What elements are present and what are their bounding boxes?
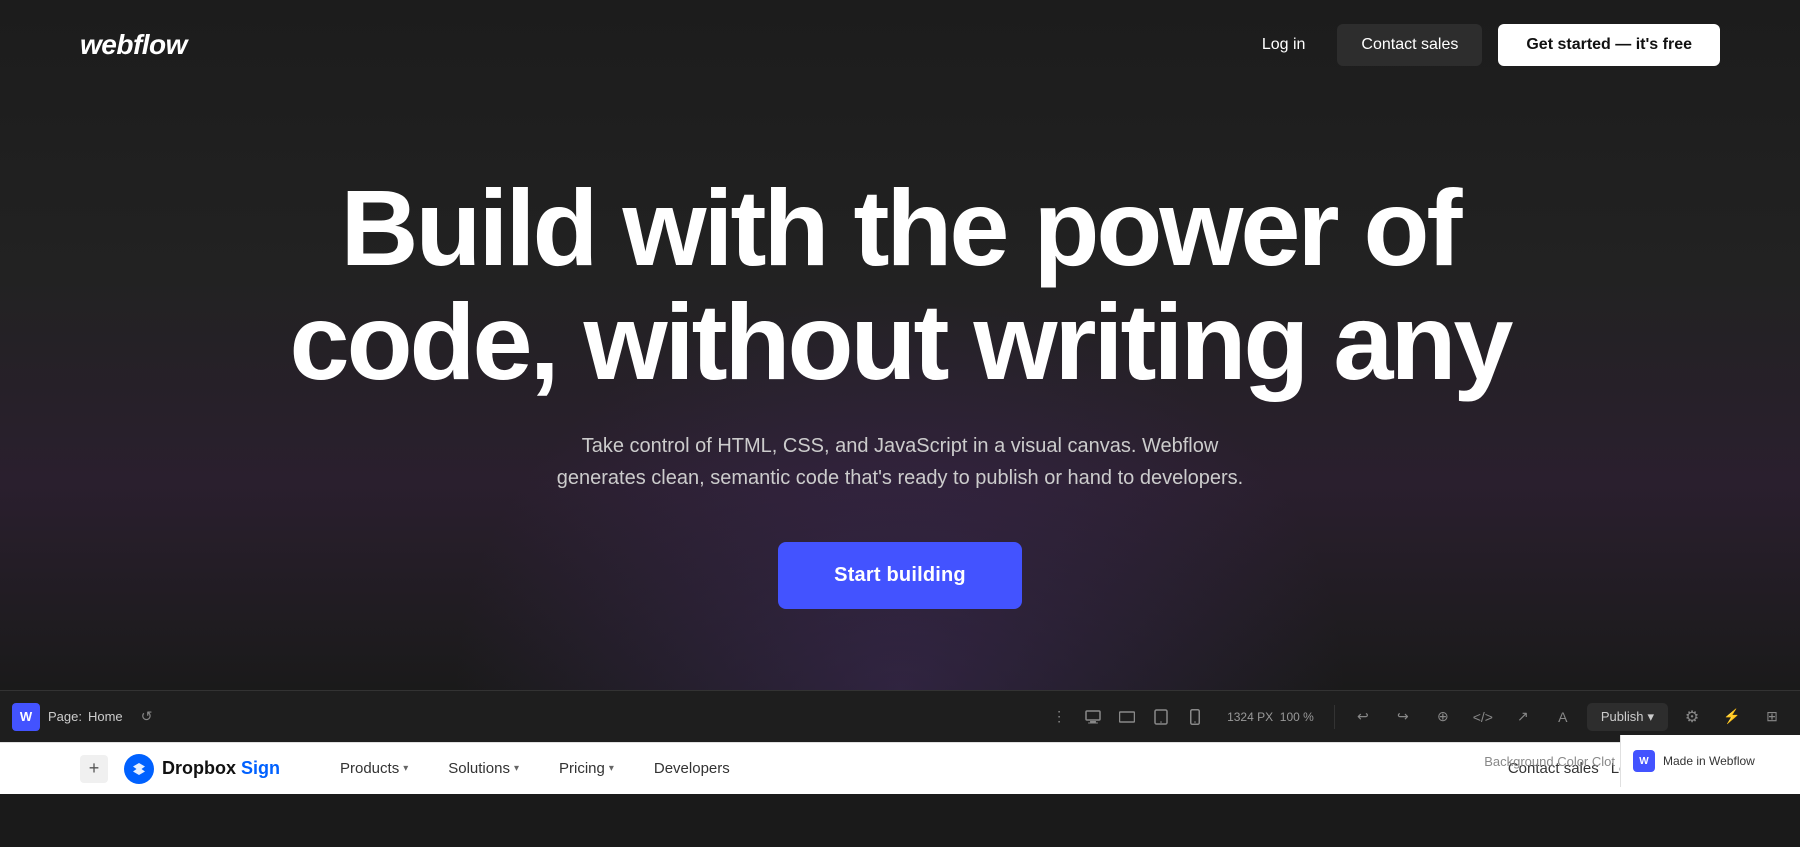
website-navbar: + Dropbox Sign Products ▾ Solutions ▾ Pr… <box>0 742 1800 794</box>
page-indicator: Page: Home <box>48 709 123 724</box>
nav-developers[interactable]: Developers <box>634 754 750 783</box>
code-icon[interactable]: </> <box>1467 701 1499 733</box>
wide-icon[interactable] <box>1111 701 1143 733</box>
chevron-down-icon: ▾ <box>609 763 614 774</box>
chevron-down-icon: ▾ <box>514 763 519 774</box>
start-building-button[interactable]: Start building <box>778 542 1022 609</box>
main-nav: webflow Log in Contact sales Get started… <box>0 0 1800 90</box>
website-nav: Products ▾ Solutions ▾ Pricing ▾ Develop… <box>320 754 750 783</box>
bg-color-label: Background Color Clot <box>1484 735 1615 787</box>
lightning-icon[interactable]: ⚡ <box>1716 701 1748 733</box>
desktop-icon[interactable] <box>1077 701 1109 733</box>
undo-icon[interactable]: ↩ <box>1347 701 1379 733</box>
get-started-button[interactable]: Get started — it's free <box>1498 24 1720 66</box>
website-nav-right: Contact sales Log in ▾ Free trial → Back… <box>1508 750 1800 787</box>
nav-products[interactable]: Products ▾ <box>320 754 428 783</box>
made-in-webflow-badge: W Made in Webflow <box>1620 735 1800 787</box>
login-button[interactable]: Log in <box>1246 26 1322 64</box>
redo-icon[interactable]: ↪ <box>1387 701 1419 733</box>
diff-icon[interactable]: ⊕ <box>1427 701 1459 733</box>
nav-right: Log in Contact sales Get started — it's … <box>1246 24 1720 66</box>
hero-title: Build with the power of code, without wr… <box>290 171 1511 398</box>
brand-icon <box>124 754 154 784</box>
designer-logo: W <box>12 703 40 731</box>
webflow-logo: webflow <box>80 29 187 61</box>
brand-name: Dropbox Sign <box>162 758 280 779</box>
brand-area: Dropbox Sign <box>124 754 280 784</box>
canvas-size: 1324 PX 100 % <box>1219 710 1322 724</box>
font-icon[interactable]: A <box>1547 701 1579 733</box>
grid-icon[interactable]: ⊞ <box>1756 701 1788 733</box>
share-icon[interactable]: ↗ <box>1507 701 1539 733</box>
hero-subtitle: Take control of HTML, CSS, and JavaScrip… <box>550 430 1250 494</box>
chevron-down-icon: ▾ <box>403 763 408 774</box>
nav-solutions[interactable]: Solutions ▾ <box>428 754 539 783</box>
refresh-icon[interactable]: ↺ <box>131 701 163 733</box>
divider <box>1334 705 1335 729</box>
add-section-button[interactable]: + <box>80 755 108 783</box>
publish-button[interactable]: Publish ▾ <box>1587 703 1668 731</box>
contact-sales-button[interactable]: Contact sales <box>1337 24 1482 66</box>
hero-content: Build with the power of code, without wr… <box>0 90 1800 690</box>
nav-pricing[interactable]: Pricing ▾ <box>539 754 634 783</box>
hero-section: webflow Log in Contact sales Get started… <box>0 0 1800 690</box>
tablet-icon[interactable] <box>1145 701 1177 733</box>
settings-icon[interactable]: ⚙ <box>1676 701 1708 733</box>
device-icons: ⋮ <box>1043 701 1211 733</box>
mobile-icon[interactable] <box>1179 701 1211 733</box>
webflow-badge-icon: W <box>1633 750 1655 772</box>
more-options-icon[interactable]: ⋮ <box>1043 701 1075 733</box>
